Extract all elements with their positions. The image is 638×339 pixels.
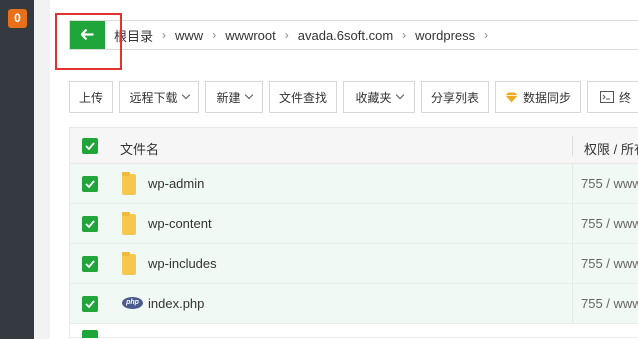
table-header: 文件名 权限 / 所有者: [69, 127, 638, 164]
row-checkbox[interactable]: [82, 176, 98, 192]
path-bar: 根目录 › www › wwwroot › avada.6soft.com › word…: [69, 20, 638, 50]
chevron-down-icon: [395, 90, 404, 100]
toolbar: 上传 远程下载 新建 文件查找 收藏夹 分享列表 数据同步 终: [69, 81, 638, 114]
chevron-right-icon: ›: [484, 28, 489, 42]
file-name[interactable]: index.php: [148, 296, 204, 311]
upload-button[interactable]: 上传: [69, 81, 113, 113]
crumb-wordpress[interactable]: wordpress: [415, 28, 475, 43]
table-row[interactable]: wp-admin 755 / www: [69, 164, 638, 204]
column-divider: [572, 244, 573, 284]
breadcrumb: 根目录 › www › wwwroot › avada.6soft.com › word…: [114, 21, 497, 49]
file-manager: 根目录 › www › wwwroot › avada.6soft.com › word…: [50, 0, 638, 339]
check-icon: [85, 180, 95, 188]
php-file-icon: php: [122, 297, 143, 309]
file-permission[interactable]: 755 / www: [581, 216, 638, 231]
terminal-button[interactable]: 终: [587, 81, 638, 113]
file-table: 文件名 权限 / 所有者 wp-admin 755 / www wp-conte…: [69, 127, 638, 338]
column-divider: [572, 164, 573, 204]
share-list-button[interactable]: 分享列表: [421, 81, 489, 113]
row-checkbox[interactable]: [82, 330, 98, 338]
new-button[interactable]: 新建: [205, 81, 263, 113]
chevron-down-icon: [181, 90, 190, 100]
annotation-highlight-box: [55, 13, 122, 70]
column-divider: [572, 284, 573, 324]
column-header-name[interactable]: 文件名: [120, 139, 159, 158]
chevron-right-icon: ›: [212, 28, 217, 42]
file-name[interactable]: wp-content: [148, 216, 212, 231]
select-all-checkbox[interactable]: [82, 138, 98, 154]
file-permission[interactable]: 755 / www: [581, 296, 638, 311]
diamond-icon: [505, 92, 518, 102]
chevron-down-icon: [244, 90, 253, 100]
crumb-www[interactable]: www: [175, 28, 203, 43]
crumb-wwwroot[interactable]: wwwroot: [225, 28, 276, 43]
file-permission[interactable]: 755 / www: [581, 256, 638, 271]
table-row[interactable]: [69, 324, 638, 338]
remote-download-button[interactable]: 远程下载: [119, 81, 199, 113]
terminal-icon: [600, 91, 614, 103]
check-icon: [85, 142, 95, 150]
chevron-right-icon: ›: [284, 28, 289, 42]
folder-icon: [122, 212, 136, 235]
table-row[interactable]: php index.php 755 / www: [69, 284, 638, 324]
file-name[interactable]: wp-admin: [148, 176, 204, 191]
crumb-site[interactable]: avada.6soft.com: [298, 28, 393, 43]
row-checkbox[interactable]: [82, 216, 98, 232]
column-header-permission[interactable]: 权限 / 所有者: [584, 139, 638, 158]
column-divider: [572, 204, 573, 244]
sidebar: 0: [0, 0, 34, 339]
chevron-right-icon: ›: [162, 28, 167, 42]
row-checkbox[interactable]: [82, 256, 98, 272]
notification-badge[interactable]: 0: [8, 9, 27, 28]
data-sync-button[interactable]: 数据同步: [495, 81, 581, 113]
check-icon: [85, 220, 95, 228]
row-checkbox[interactable]: [82, 296, 98, 312]
file-name[interactable]: wp-includes: [148, 256, 217, 271]
folder-icon: [122, 172, 136, 195]
chevron-right-icon: ›: [402, 28, 407, 42]
check-icon: [85, 260, 95, 268]
column-divider: [572, 136, 573, 156]
file-search-button[interactable]: 文件查找: [269, 81, 337, 113]
file-permission[interactable]: 755 / www: [581, 176, 638, 191]
table-row[interactable]: wp-includes 755 / www: [69, 244, 638, 284]
favorites-button[interactable]: 收藏夹: [343, 81, 415, 113]
table-row[interactable]: wp-content 755 / www: [69, 204, 638, 244]
folder-icon: [122, 252, 136, 275]
check-icon: [85, 300, 95, 308]
